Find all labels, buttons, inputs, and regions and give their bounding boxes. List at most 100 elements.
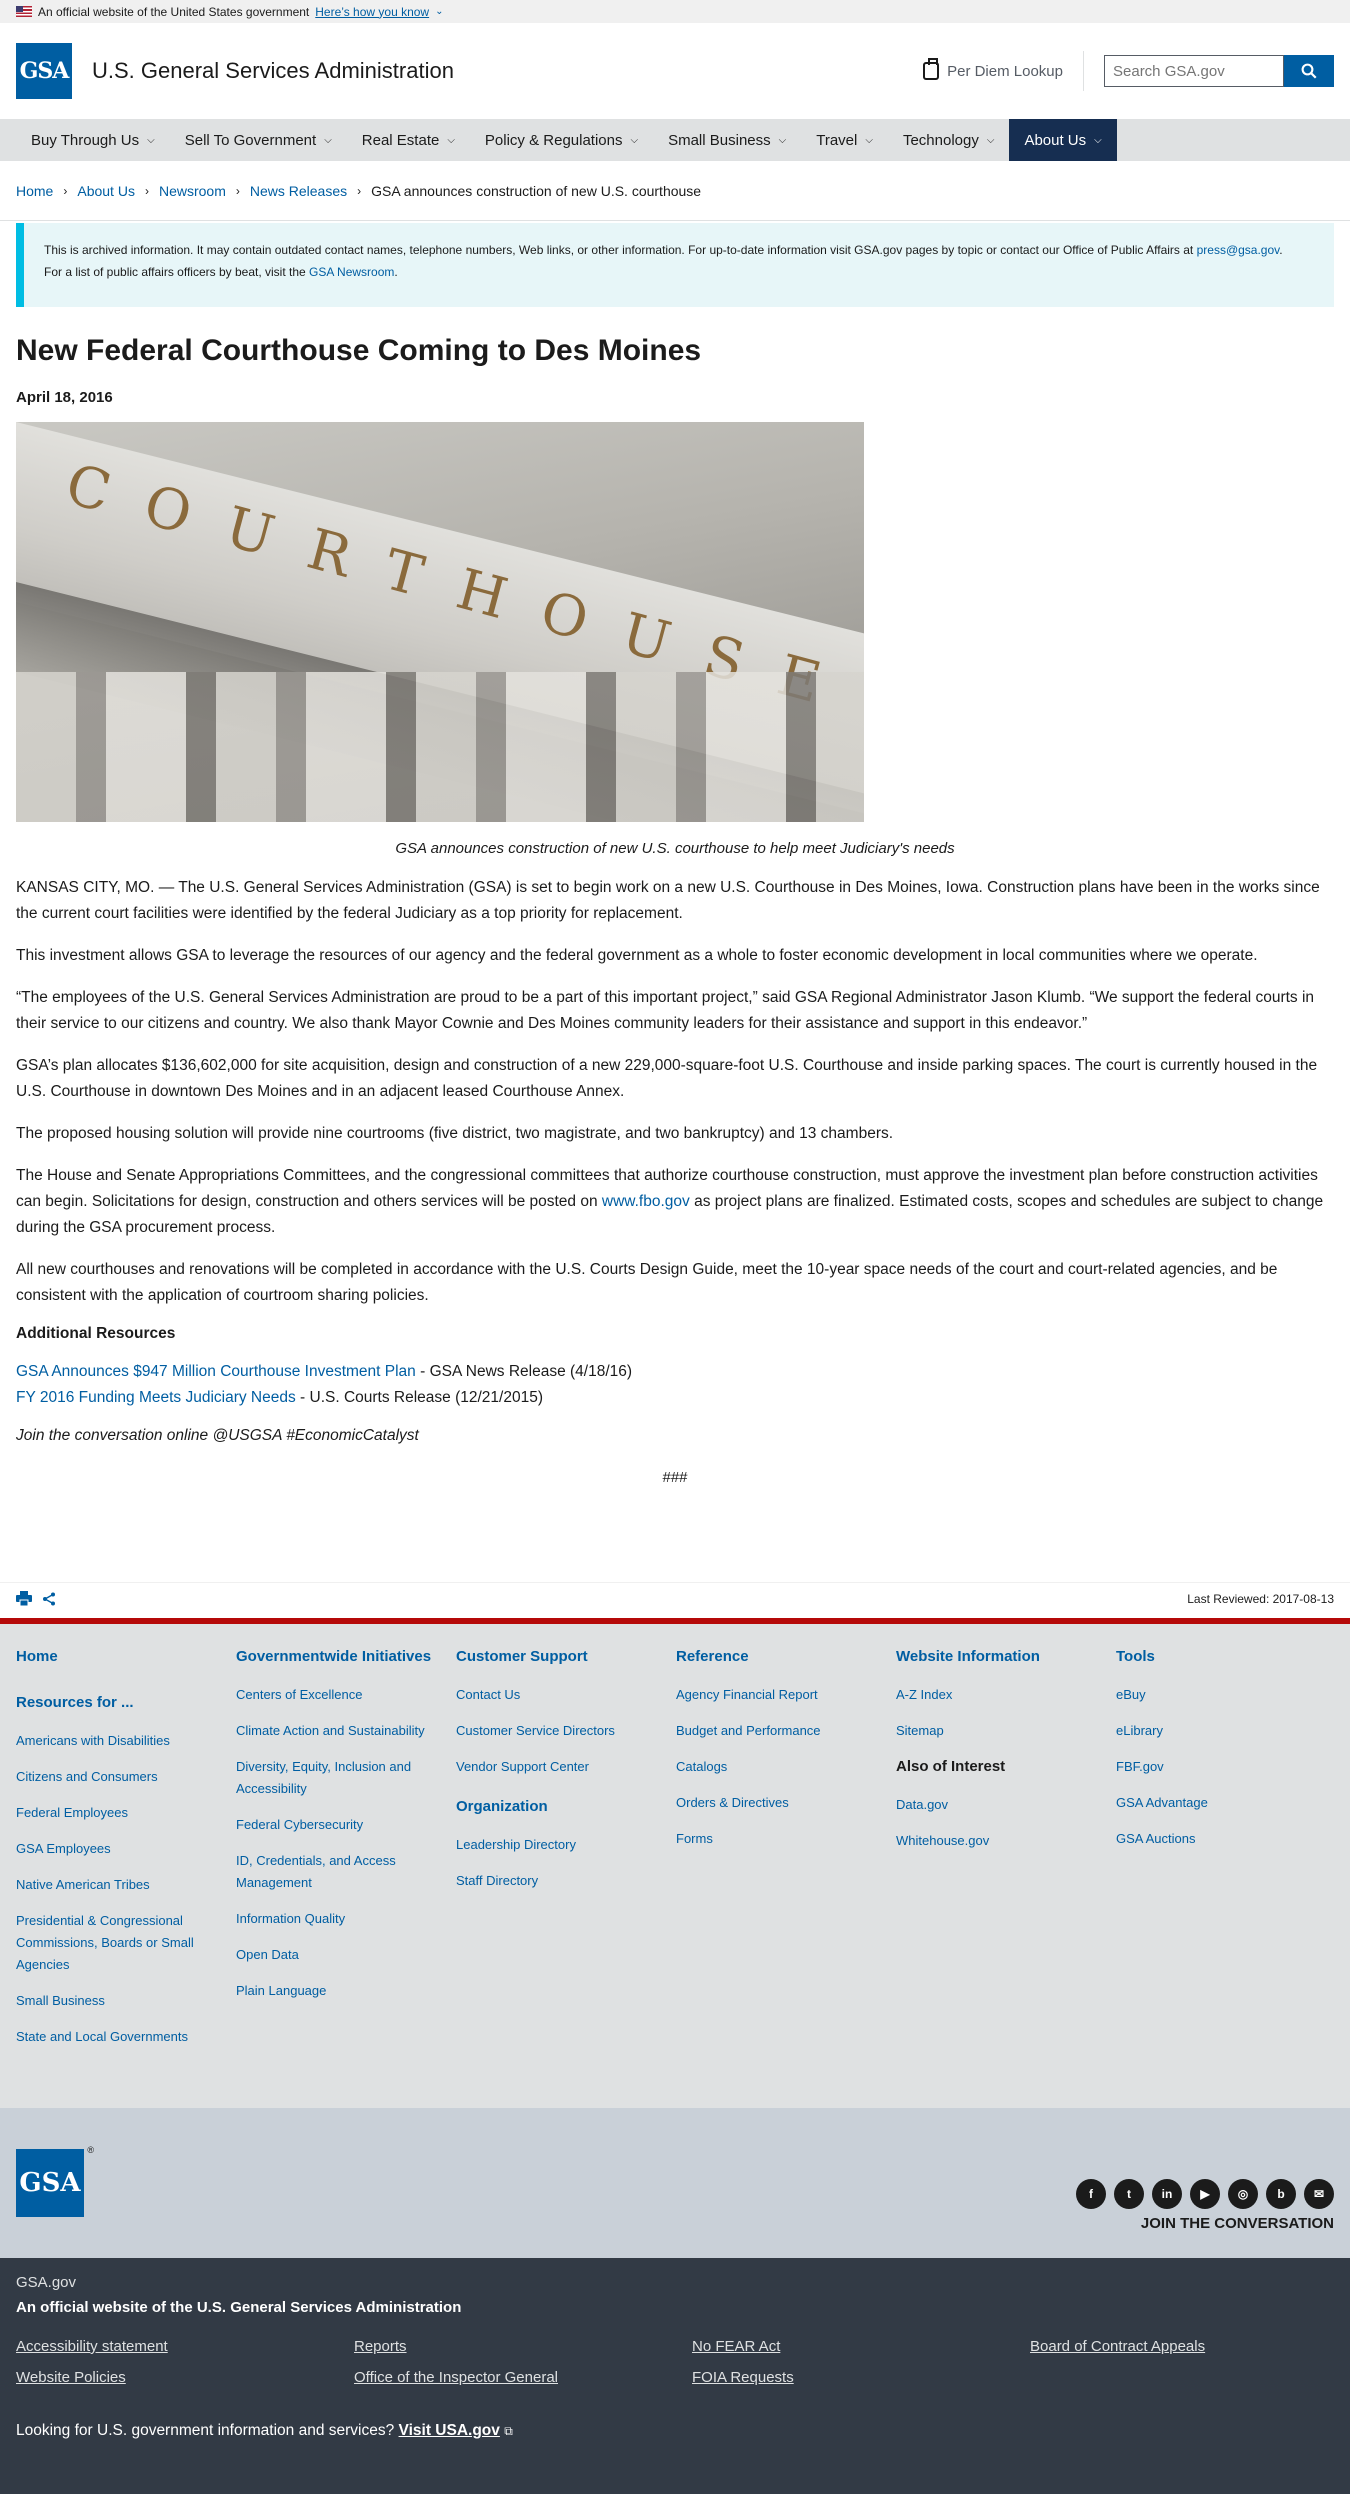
search-button[interactable] [1284,55,1334,87]
brand[interactable]: GSA U.S. General Services Administration [16,43,454,99]
footer-link[interactable]: Americans with Disabilities [16,1730,236,1752]
fbo-link[interactable]: www.fbo.gov [602,1193,690,1210]
chevron-down-icon[interactable]: ⌄ [435,6,443,17]
footer-link[interactable]: Centers of Excellence [236,1684,456,1706]
visit-usa-gov-link[interactable]: Visit USA.gov [399,2422,500,2439]
breadcrumb-home[interactable]: Home [16,183,53,199]
footer-link[interactable]: Leadership Directory [456,1834,676,1856]
footer-reference-heading[interactable]: Reference [676,1648,896,1666]
footer-link[interactable]: Forms [676,1828,896,1850]
footer-link[interactable]: Data.gov [896,1794,1116,1816]
footer-link[interactable]: Sitemap [896,1720,1116,1742]
linkedin-icon[interactable]: in [1152,2178,1182,2209]
resources-list: GSA Announces $947 Million Courthouse In… [0,1359,1350,1411]
twitter-icon[interactable]: t [1114,2178,1144,2209]
footer-initiatives-heading[interactable]: Governmentwide Initiatives [236,1648,456,1666]
gsa-logo[interactable]: GSA [16,43,72,99]
breadcrumb-about-us[interactable]: About Us [77,183,135,199]
nav-small-business[interactable]: Small Business ⌵ [653,119,801,161]
footer-link[interactable]: Catalogs [676,1756,896,1778]
footer-link[interactable]: State and Local Governments [16,2026,236,2048]
no-fear-act-link[interactable]: No FEAR Act [692,2338,1030,2355]
footer-link[interactable]: Contact Us [456,1684,676,1706]
breadcrumb-current: GSA announces construction of new U.S. c… [371,182,702,199]
footer-link[interactable]: Customer Service Directors [456,1720,676,1742]
footer-link[interactable]: Staff Directory [456,1870,676,1892]
footer-link[interactable]: Federal Employees [16,1802,236,1824]
footer-link[interactable]: Orders & Directives [676,1792,896,1814]
footer-link[interactable]: Citizens and Consumers [16,1766,236,1788]
footer-gsa-logo[interactable]: GSA [16,2145,94,2217]
print-icon[interactable] [16,1591,32,1606]
footer-link[interactable]: GSA Auctions [1116,1828,1336,1850]
search-icon [1301,63,1317,79]
footer-support-heading[interactable]: Customer Support [456,1648,676,1666]
inspector-general-link[interactable]: Office of the Inspector General [354,2369,692,2386]
resource-link-fy2016-funding[interactable]: FY 2016 Funding Meets Judiciary Needs [16,1389,296,1406]
search-input[interactable] [1104,55,1284,87]
breadcrumb-news-releases[interactable]: News Releases [250,183,347,199]
site-header: GSA U.S. General Services Administration… [0,23,1350,119]
website-policies-link[interactable]: Website Policies [16,2369,354,2386]
chevron-down-icon: ⌵ [630,134,639,146]
facebook-icon[interactable]: f [1076,2178,1106,2209]
paragraph-2: This investment allows GSA to leverage t… [16,947,1258,964]
agency-name[interactable]: U.S. General Services Administration [92,58,454,84]
footer-link[interactable]: Whitehouse.gov [896,1830,1116,1852]
per-diem-lookup-link[interactable]: Per Diem Lookup [923,51,1084,91]
nav-real-estate[interactable]: Real Estate ⌵ [347,119,470,161]
footer-home-heading[interactable]: Home [16,1648,236,1666]
breadcrumb-newsroom[interactable]: Newsroom [159,183,226,199]
footer-link[interactable]: Diversity, Equity, Inclusion and Accessi… [236,1756,456,1800]
nav-policy-regulations[interactable]: Policy & Regulations ⌵ [470,119,653,161]
footer-link[interactable]: Climate Action and Sustainability [236,1720,456,1742]
footer-link[interactable]: Information Quality [236,1908,456,1930]
reports-link[interactable]: Reports [354,2338,692,2355]
footer-link[interactable]: Open Data [236,1944,456,1966]
additional-resources-heading: Additional Resources [16,1325,176,1342]
gsa-newsroom-link[interactable]: GSA Newsroom [309,265,394,279]
footer-col-support: Customer Support Contact Us Customer Ser… [456,1648,676,2068]
footer-tools-heading[interactable]: Tools [1116,1648,1336,1666]
email-icon[interactable]: ✉ [1304,2178,1334,2209]
footer-link[interactable]: Small Business [16,1990,236,2012]
last-reviewed: Last Reviewed: 2017-08-13 [1187,1591,1334,1606]
alert-line1: This is archived information. It may con… [44,243,1194,257]
footer-link[interactable]: Plain Language [236,1980,456,2002]
nav-sell-to-government[interactable]: Sell To Government ⌵ [170,119,347,161]
footer-link[interactable]: FBF.gov [1116,1756,1336,1778]
board-contract-appeals-link[interactable]: Board of Contract Appeals [1030,2338,1350,2355]
footer-col-website-info: Website Information A-Z Index Sitemap Al… [896,1648,1116,2068]
footer-link[interactable]: ID, Credentials, and Access Management [236,1850,456,1894]
share-icon[interactable] [42,1592,56,1606]
instagram-icon[interactable]: ◎ [1228,2178,1258,2209]
footer-link[interactable]: Federal Cybersecurity [236,1814,456,1836]
footer-organization-heading[interactable]: Organization [456,1798,676,1816]
identifier-official: An official website of the U.S. General … [16,2299,462,2316]
accessibility-statement-link[interactable]: Accessibility statement [16,2338,354,2355]
footer-link[interactable]: A-Z Index [896,1684,1116,1706]
resource-link-investment-plan[interactable]: GSA Announces $947 Million Courthouse In… [16,1363,416,1380]
footer-link[interactable]: GSA Employees [16,1838,236,1860]
footer-link[interactable]: eLibrary [1116,1720,1336,1742]
footer-link[interactable]: GSA Advantage [1116,1792,1336,1814]
heres-how-you-know-link[interactable]: Here’s how you know [315,5,429,19]
footer-link[interactable]: Budget and Performance [676,1720,896,1742]
footer-link[interactable]: Presidential & Congressional Commissions… [16,1910,236,1976]
footer-website-info-heading[interactable]: Website Information [896,1648,1116,1666]
nav-technology[interactable]: Technology ⌵ [888,119,1009,161]
youtube-icon[interactable]: ▶ [1190,2178,1220,2209]
footer-link[interactable]: Agency Financial Report [676,1684,896,1706]
nav-about-us[interactable]: About Us ⌵ [1009,119,1117,161]
chevron-right-icon: › [235,183,240,198]
nav-travel[interactable]: Travel ⌵ [801,119,888,161]
foia-requests-link[interactable]: FOIA Requests [692,2369,1030,2386]
blog-icon[interactable]: b [1266,2178,1296,2209]
footer-link[interactable]: Vendor Support Center [456,1756,676,1778]
press-email-link[interactable]: press@gsa.gov [1197,243,1280,257]
nav-buy-through-us[interactable]: Buy Through Us ⌵ [16,119,170,161]
footer-link[interactable]: Native American Tribes [16,1874,236,1896]
footer-link[interactable]: eBuy [1116,1684,1336,1706]
alert-line2: For a list of public affairs officers by… [44,265,306,279]
resource-item: GSA Announces $947 Million Courthouse In… [16,1363,633,1380]
